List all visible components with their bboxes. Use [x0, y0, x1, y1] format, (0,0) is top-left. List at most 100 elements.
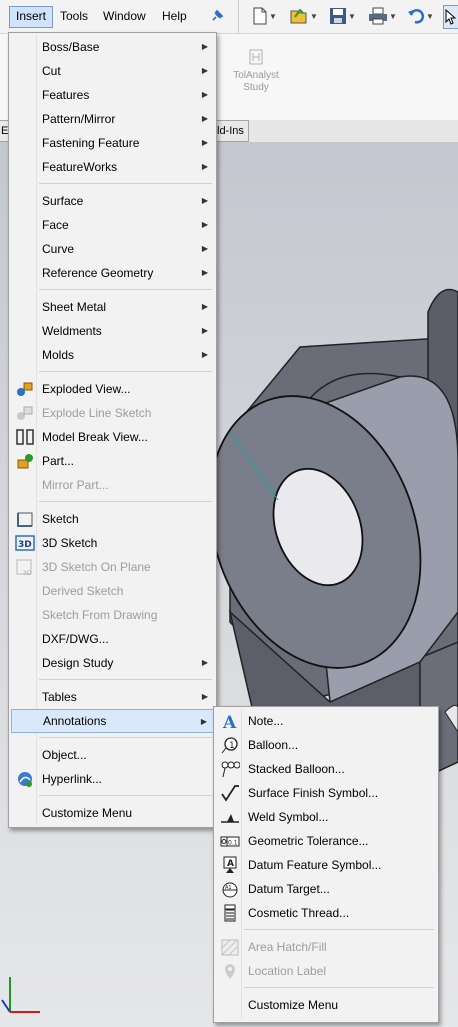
menu-item-object[interactable]: Object... [11, 743, 214, 767]
submenu-arrow-icon: ▶ [201, 302, 208, 311]
menu-insert[interactable]: Insert [9, 6, 54, 28]
menu-item-weld-symbol[interactable]: Weld Symbol... [216, 805, 436, 829]
menu-item-tables[interactable]: Tables ▶ [11, 685, 214, 709]
menu-item-cut[interactable]: Cut ▶ [11, 59, 214, 83]
menu-item-features[interactable]: Features ▶ [11, 83, 214, 107]
submenu-arrow-icon: ▶ [201, 138, 208, 147]
tab-add-ins[interactable]: ld-Ins [212, 120, 249, 142]
submenu-arrow-icon: ▶ [201, 268, 208, 277]
menu-item-annotations[interactable]: Annotations ▶ [11, 709, 214, 733]
menu-item-label: Tables [42, 690, 77, 704]
menu-item-surface-finish-symbol[interactable]: Surface Finish Symbol... [216, 781, 436, 805]
menu-item-label: Surface Finish Symbol... [248, 786, 379, 800]
menu-item-boss-base[interactable]: Boss/Base ▶ [11, 35, 214, 59]
menu-item-datum-feature-symbol[interactable]: A Datum Feature Symbol... [216, 853, 436, 877]
menu-item-3d-sketch[interactable]: 3D 3D Sketch [11, 531, 214, 555]
svg-text:A: A [227, 859, 234, 869]
tolanalyst-icon [249, 49, 263, 65]
menu-item-label: Exploded View... [42, 382, 131, 396]
menu-item-face[interactable]: Face ▶ [11, 213, 214, 237]
svg-text:A1: A1 [225, 885, 232, 891]
menu-item-part[interactable]: Part... [11, 449, 214, 473]
menu-item-label: Datum Feature Symbol... [248, 858, 382, 872]
menu-item-label: Weldments [42, 324, 102, 338]
menu-separator [244, 929, 434, 930]
menu-separator [39, 679, 212, 680]
menu-item-stacked-balloon[interactable]: Stacked Balloon... [216, 757, 436, 781]
menu-item-dxf-dwg[interactable]: DXF/DWG... [11, 627, 214, 651]
menu-item-molds[interactable]: Molds ▶ [11, 343, 214, 367]
submenu-arrow-icon: ▶ [201, 66, 208, 75]
menu-item-label: 3D Sketch [42, 536, 98, 550]
print-icon[interactable]: ▼ [368, 6, 397, 26]
menu-item-label: Location Label [248, 964, 327, 978]
3d-sketch-on-plane-icon: 3D [15, 558, 35, 577]
menu-item-cosmetic-thread[interactable]: Cosmetic Thread... [216, 901, 436, 925]
menu-item-label: Sheet Metal [42, 300, 107, 314]
note-icon: A [220, 712, 240, 733]
undo-icon[interactable]: ▼ [407, 6, 434, 26]
menu-item-sheet-metal[interactable]: Sheet Metal ▶ [11, 295, 214, 319]
submenu-arrow-icon: ▶ [201, 326, 208, 335]
menu-item-geometric-tolerance[interactable]: 0.1 Geometric Tolerance... [216, 829, 436, 853]
menu-item-hyperlink[interactable]: Hyperlink... [11, 767, 214, 791]
menu-item-exploded-view[interactable]: Exploded View... [11, 377, 214, 401]
geometric-tolerance-icon: 0.1 [220, 832, 240, 850]
svg-text:A: A [222, 713, 237, 730]
menu-item-label: Curve [42, 242, 75, 256]
submenu-arrow-icon: ▶ [201, 42, 208, 51]
menu-item-label: Boss/Base [42, 40, 100, 54]
menu-item-label: Explode Line Sketch [42, 406, 152, 420]
menu-item-label: Molds [42, 348, 75, 362]
area-hatch-icon [220, 938, 240, 956]
menu-separator [39, 795, 212, 796]
annotations-submenu: A Note... 1 Balloon... Stacked Balloon... Sur… [213, 706, 439, 1023]
menu-item-surface[interactable]: Surface ▶ [11, 189, 214, 213]
menu-item-label: Object... [42, 748, 87, 762]
svg-text:0.1: 0.1 [228, 840, 238, 847]
save-icon[interactable]: ▼ [329, 6, 356, 26]
submenu-arrow-icon: ▶ [201, 114, 208, 123]
menu-item-fastening-feature[interactable]: Fastening Feature ▶ [11, 131, 214, 155]
datum-feature-icon: A [220, 856, 240, 874]
menu-item-design-study[interactable]: Design Study ▶ [11, 651, 214, 675]
new-document-icon[interactable]: ▼ [252, 6, 277, 26]
menu-item-weldments[interactable]: Weldments ▶ [11, 319, 214, 343]
menu-help[interactable]: Help [156, 6, 193, 26]
menu-item-label: Annotations [43, 714, 107, 728]
submenu-arrow-icon: ▶ [201, 196, 208, 205]
surface-finish-icon [220, 784, 240, 802]
menu-item-reference-geometry[interactable]: Reference Geometry ▶ [11, 261, 214, 285]
menu-item-datum-target[interactable]: A1 Datum Target... [216, 877, 436, 901]
submenu-arrow-icon: ▶ [201, 350, 208, 359]
open-document-icon[interactable]: ▼ [289, 6, 318, 26]
svg-text:3D: 3D [23, 570, 32, 576]
menu-window[interactable]: Window [97, 6, 152, 26]
menu-item-label: Mirror Part... [42, 478, 109, 492]
menu-item-label: Surface [42, 194, 84, 208]
model-break-view-icon [15, 428, 35, 446]
menu-item-sketch-from-drawing: Sketch From Drawing [11, 603, 214, 627]
menu-item-pattern-mirror[interactable]: Pattern/Mirror ▶ [11, 107, 214, 131]
submenu-arrow-icon: ▶ [201, 220, 208, 229]
menu-item-balloon[interactable]: 1 Balloon... [216, 733, 436, 757]
menu-item-model-break-view[interactable]: Model Break View... [11, 425, 214, 449]
menu-item-customize-menu[interactable]: Customize Menu [216, 993, 436, 1017]
tolanalyst-study-button[interactable]: TolAnalyst Study [222, 48, 290, 94]
menu-item-customize-menu[interactable]: Customize Menu [11, 801, 214, 825]
submenu-arrow-icon: ▶ [201, 90, 208, 99]
menu-item-label: Design Study [42, 656, 114, 670]
menu-item-sketch[interactable]: Sketch [11, 507, 214, 531]
menu-item-curve[interactable]: Curve ▶ [11, 237, 214, 261]
menu-separator [39, 289, 212, 290]
pin-icon[interactable] [210, 6, 224, 26]
menu-tools[interactable]: Tools [54, 6, 94, 26]
menu-item-label: Pattern/Mirror [42, 112, 116, 126]
select-pointer-icon[interactable] [443, 5, 458, 29]
menu-item-3d-sketch-on-plane: 3D 3D Sketch On Plane [11, 555, 214, 579]
menu-item-note[interactable]: A Note... [216, 709, 436, 733]
submenu-arrow-icon: ▶ [201, 244, 208, 253]
menu-item-label: Datum Target... [248, 882, 330, 896]
menu-item-featureworks[interactable]: FeatureWorks ▶ [11, 155, 214, 179]
datum-target-icon: A1 [220, 880, 240, 898]
